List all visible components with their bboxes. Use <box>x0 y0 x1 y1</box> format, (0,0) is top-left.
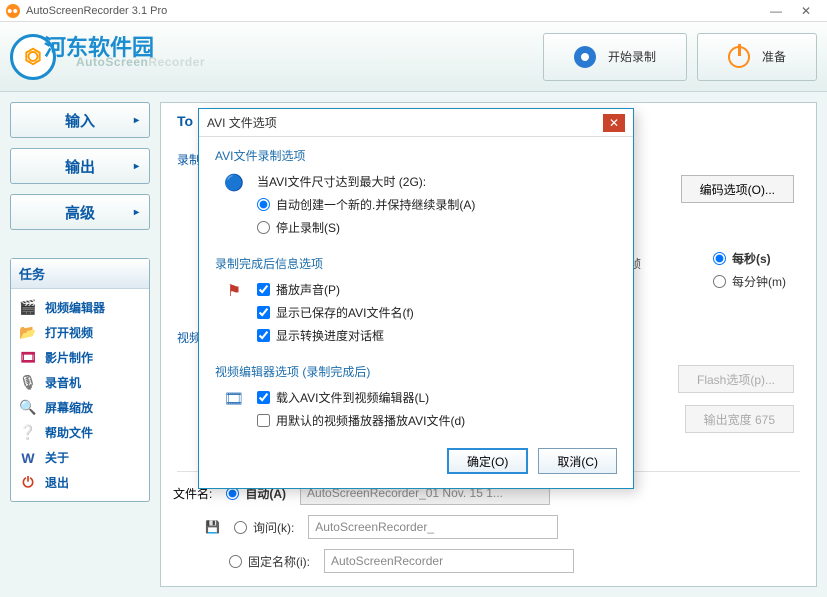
task-label: 打开视频 <box>45 324 93 341</box>
output-width-button[interactable]: 输出宽度 675 <box>685 405 794 433</box>
filename-ask-radio[interactable]: 询问(k): <box>234 516 294 539</box>
watermark-text: 河东软件园 <box>44 30 154 62</box>
task-item-7[interactable]: ⏻ 退出 <box>19 470 141 495</box>
encode-options-button[interactable]: 编码选项(O)... <box>681 175 794 203</box>
to-label: To <box>177 113 193 129</box>
max-size-heading: 当AVI文件尺寸达到最大时 (2G): <box>257 170 617 193</box>
task-icon: 📂 <box>19 325 37 341</box>
titlebar: AutoScreenRecorder 3.1 Pro — ✕ <box>0 0 827 22</box>
task-icon: 🎙 <box>19 375 37 391</box>
task-label: 视频编辑器 <box>45 299 105 316</box>
task-item-5[interactable]: ❔ 帮助文件 <box>19 420 141 445</box>
group-editor: 视频编辑器选项 (录制完成后) <box>215 363 617 380</box>
avi-icon: 🔵 <box>223 172 245 194</box>
tasks-panel: 任务 🎬 视频编辑器 📂 打开视频 🎞 影片制作 🎙 录音机 🔍 屏幕缩放 ❔ 帮助文件 W 关于 ⏻ 退出 <box>10 258 150 502</box>
play-sound-checkbox[interactable]: 播放声音(P) <box>257 278 617 301</box>
filename-fixed-radio[interactable]: 固定名称(i): <box>229 550 310 573</box>
task-item-3[interactable]: 🎙 录音机 <box>19 370 141 395</box>
task-icon: ⏻ <box>19 475 37 491</box>
auto-create-radio[interactable]: 自动创建一个新的.并保持继续录制(A) <box>257 193 617 216</box>
task-label: 帮助文件 <box>45 424 93 441</box>
show-filename-checkbox[interactable]: 显示已保存的AVI文件名(f) <box>257 301 617 324</box>
stop-record-radio[interactable]: 停止录制(S) <box>257 216 617 239</box>
ok-button[interactable]: 确定(O) <box>447 448 528 474</box>
flash-options-button[interactable]: Flash选项(p)... <box>678 365 794 393</box>
task-icon: 🎞 <box>19 350 37 366</box>
filename-fixed-input[interactable] <box>324 549 574 573</box>
task-item-4[interactable]: 🔍 屏幕缩放 <box>19 395 141 420</box>
task-label: 录音机 <box>45 374 81 391</box>
load-editor-checkbox[interactable]: 载入AVI文件到视频编辑器(L) <box>257 386 617 409</box>
app-icon <box>6 4 20 18</box>
filename-ask-input[interactable] <box>308 515 558 539</box>
task-item-0[interactable]: 🎬 视频编辑器 <box>19 295 141 320</box>
task-label: 屏幕缩放 <box>45 399 93 416</box>
close-button[interactable]: ✕ <box>791 4 821 18</box>
cancel-button[interactable]: 取消(C) <box>538 448 617 474</box>
group-avi-record: AVI文件录制选项 <box>215 147 617 164</box>
avi-options-dialog: AVI 文件选项 ✕ AVI文件录制选项 🔵 当AVI文件尺寸达到最大时 (2G… <box>198 108 634 489</box>
task-item-2[interactable]: 🎞 影片制作 <box>19 345 141 370</box>
show-progress-checkbox[interactable]: 显示转换进度对话框 <box>257 324 617 347</box>
tab-output[interactable]: 输出 <box>10 148 150 184</box>
header: ⏣ 河东软件园 AutoScreenRecorder 开始录制 准备 <box>0 22 827 92</box>
group-post-record: 录制完成后信息选项 <box>215 255 617 272</box>
rate-per-second-radio[interactable]: 每秒(s) <box>713 247 786 270</box>
task-icon: 🎬 <box>19 300 37 316</box>
task-item-1[interactable]: 📂 打开视频 <box>19 320 141 345</box>
dialog-title: AVI 文件选项 <box>207 114 277 131</box>
task-label: 关于 <box>45 449 69 466</box>
minimize-button[interactable]: — <box>761 4 791 18</box>
flag-icon: ⚑ <box>223 280 245 302</box>
dialog-close-button[interactable]: ✕ <box>603 114 625 132</box>
rate-per-minute-radio[interactable]: 每分钟(m) <box>713 270 786 293</box>
window-title: AutoScreenRecorder 3.1 Pro <box>26 5 167 17</box>
tab-advanced[interactable]: 高级 <box>10 194 150 230</box>
film-icon: 🎞 <box>223 388 245 410</box>
task-icon: ❔ <box>19 425 37 441</box>
tasks-heading: 任务 <box>11 259 149 289</box>
task-icon: W <box>19 450 37 466</box>
task-icon: 🔍 <box>19 400 37 416</box>
default-player-checkbox[interactable]: 用默认的视频播放器播放AVI文件(d) <box>257 409 617 432</box>
start-record-button[interactable]: 开始录制 <box>543 33 687 81</box>
task-label: 退出 <box>45 474 69 491</box>
record-icon <box>574 46 596 68</box>
save-icon: 💾 <box>205 520 220 534</box>
task-label: 影片制作 <box>45 349 93 366</box>
prepare-button[interactable]: 准备 <box>697 33 817 81</box>
power-icon <box>728 46 750 68</box>
task-item-6[interactable]: W 关于 <box>19 445 141 470</box>
tab-input[interactable]: 输入 <box>10 102 150 138</box>
